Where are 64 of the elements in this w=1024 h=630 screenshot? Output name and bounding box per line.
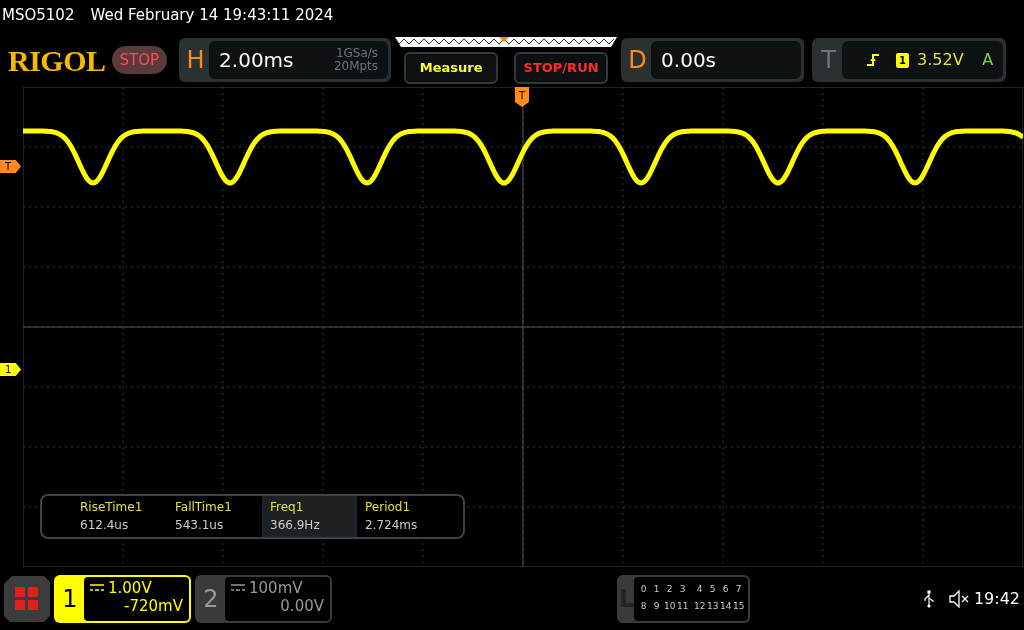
trigger-panel[interactable]: T 1 3.52V A (812, 38, 1007, 82)
trigger-mode: A (982, 49, 994, 71)
logic-channel-number: 11 (676, 599, 690, 613)
trigger-source: 1 (896, 52, 910, 68)
logic-channel-number: 10 (663, 599, 677, 613)
channel-offset: -720mV (123, 596, 183, 615)
channel-offset-marker: 1 (0, 363, 21, 376)
menu-grid-icon[interactable] (4, 575, 50, 622)
dc-coupling-icon (231, 583, 245, 592)
channel-scale: 100mV (249, 578, 303, 597)
measurement-column[interactable]: Freq1 366.9Hz (262, 496, 357, 537)
trigger-level: 3.52V (917, 49, 964, 71)
logic-channel-number: 4 (695, 582, 704, 596)
channel-panel[interactable]: 2 100mV 0.00V (195, 574, 332, 623)
model-name: MSO5102 (2, 5, 75, 26)
measurement-column[interactable]: Period1 2.724ms (357, 496, 452, 537)
measurement-value: 366.9Hz (270, 517, 321, 534)
measurement-value: 612.4us (80, 517, 130, 534)
sample-rate: 1GSa/s (334, 47, 379, 60)
measurement-column[interactable]: RiseTime1 612.4us (72, 496, 167, 537)
measurement-name: Period1 (365, 499, 412, 516)
trigger-position-marker: T (515, 87, 529, 107)
horizontal-label: H (185, 45, 206, 76)
muted-speaker-icon (947, 589, 970, 608)
trigger-label: T (820, 45, 837, 76)
logic-channel-number: 0 (639, 582, 648, 596)
measurement-value: 2.724ms (365, 517, 419, 534)
delay-label: D (627, 45, 648, 76)
measurement-name: RiseTime1 (80, 499, 144, 516)
channel-panel[interactable]: 1 1.00V -720mV (54, 574, 191, 623)
logic-channel-number: 6 (721, 582, 730, 596)
logic-channel-number: 3 (678, 582, 687, 596)
clock-time: 19:42 (973, 587, 1020, 610)
logic-channel-number: 14 (719, 599, 733, 613)
date-time: Wed February 14 19:43:11 2024 (90, 5, 334, 26)
measurement-name: FallTime1 (175, 499, 233, 516)
measurement-name: Freq1 (270, 499, 305, 516)
logic-channel-number: 9 (652, 599, 661, 613)
usb-icon (923, 589, 934, 608)
logic-channel-number: 8 (639, 599, 648, 613)
logic-channel-number: 13 (706, 599, 720, 613)
channel-scale: 1.00V (108, 578, 152, 597)
measure-button[interactable]: Measure (404, 52, 499, 84)
rising-edge-icon (866, 53, 881, 67)
timebase-value: 2.00ms (219, 47, 294, 74)
horizontal-panel[interactable]: H 2.00ms 1GSa/s 20Mpts (179, 38, 392, 82)
trigger-level-marker: T (0, 160, 21, 173)
memory-depth: 20Mpts (333, 60, 379, 73)
dc-coupling-icon (90, 583, 104, 592)
logic-channel-number: 15 (732, 599, 746, 613)
logic-channel-number: 12 (693, 599, 707, 613)
logic-channel-number: 7 (734, 582, 743, 596)
channel-number: 1 (61, 583, 79, 615)
stop-run-button[interactable]: STOP/RUN (514, 52, 609, 84)
logic-channel-number: 5 (708, 582, 717, 596)
logic-channel-number: 1 (652, 582, 661, 596)
brand-logo: RIGOL (8, 42, 106, 79)
delay-value: 0.00s (661, 47, 717, 74)
delay-panel[interactable]: D 0.00s (621, 38, 805, 82)
logic-channel-number: 2 (665, 582, 674, 596)
channel-offset: 0.00V (279, 596, 324, 615)
measurement-column[interactable]: FallTime1 543.1us (167, 496, 262, 537)
measurement-value: 543.1us (175, 517, 225, 534)
channel-number: 2 (202, 583, 220, 615)
